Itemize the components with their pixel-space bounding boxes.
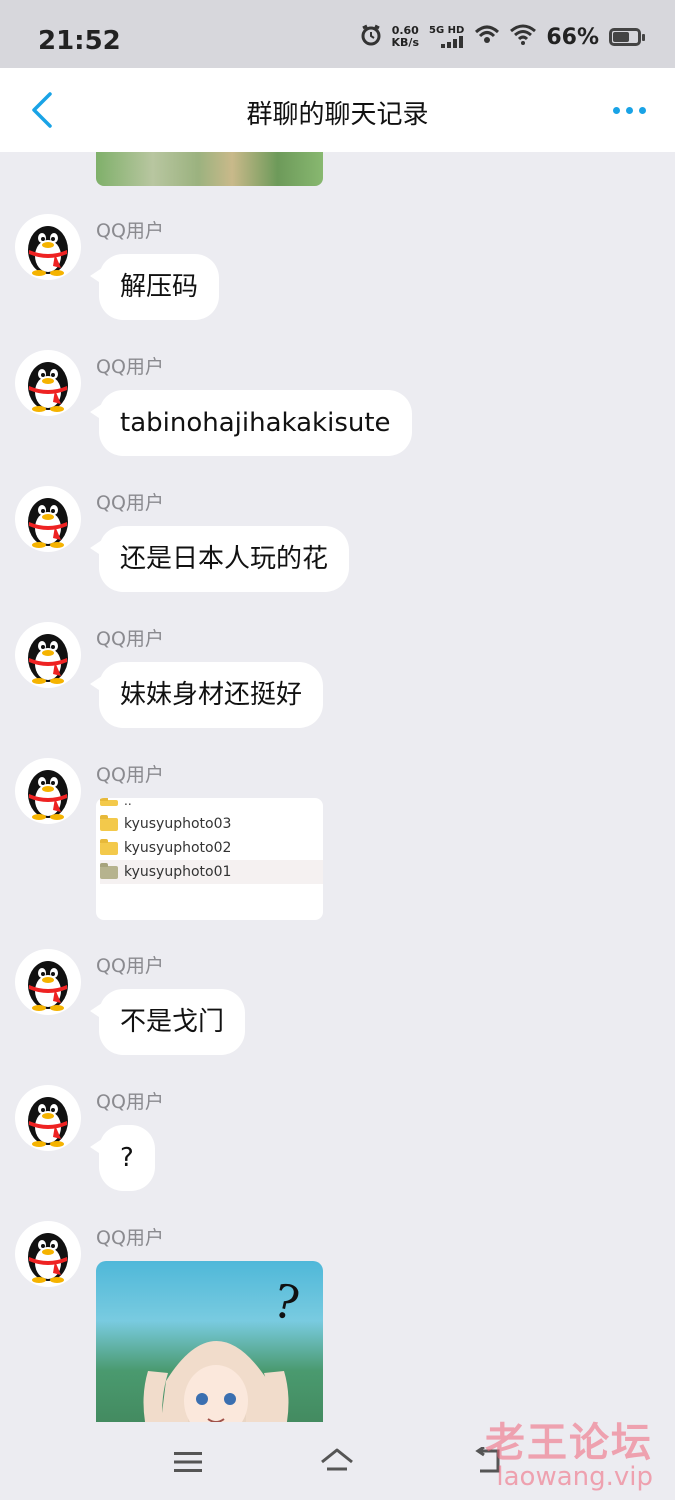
file-name: kyusyuphoto01 <box>124 864 232 880</box>
folder-icon <box>100 838 118 855</box>
wifi-icon <box>510 24 537 50</box>
file-row: kyusyuphoto01 <box>100 860 323 884</box>
avatar[interactable] <box>15 1085 81 1151</box>
message-bubble[interactable]: tabinohajihakakisute <box>90 390 412 456</box>
file-name: .. <box>124 798 132 808</box>
home-button[interactable] <box>315 1440 359 1484</box>
status-icons: 0.60 KB/s 5G HD 66% <box>360 24 645 50</box>
cell-signal: 5G HD <box>429 26 464 48</box>
more-dot-icon <box>612 106 620 114</box>
message-bubble[interactable]: 解压码 <box>89 254 220 320</box>
chat-history[interactable]: QQ用户 解压码 QQ用户 tabinohajihakakisute QQ用户 … <box>0 152 675 1422</box>
file-row: kyusyuphoto03 <box>100 812 323 836</box>
avatar[interactable] <box>15 1221 81 1287</box>
message-bubble[interactable]: 不是戈门 <box>89 989 246 1055</box>
sender-name: QQ用户 <box>96 492 164 514</box>
avatar[interactable] <box>15 758 81 824</box>
avatar[interactable] <box>15 622 81 688</box>
menu-icon <box>174 1452 202 1472</box>
penguin-avatar-icon <box>28 226 68 276</box>
folder-icon <box>100 862 118 879</box>
penguin-avatar-icon <box>28 961 68 1011</box>
watermark-text: 老王论坛 <box>485 1419 653 1466</box>
status-bar: 21:52 0.60 KB/s 5G HD 66% <box>0 0 675 68</box>
page-title: 群聊的聊天记录 <box>246 100 429 130</box>
home-icon <box>321 1448 353 1471</box>
message-bubble[interactable]: 妹妹身材还挺好 <box>89 662 324 728</box>
sender-name: QQ用户 <box>96 1091 164 1113</box>
sender-name: QQ用户 <box>96 955 164 977</box>
hotspot-icon <box>474 24 500 50</box>
penguin-avatar-icon <box>28 498 68 548</box>
file-row: .. <box>100 798 323 812</box>
battery-icon <box>609 28 645 46</box>
avatar[interactable] <box>15 350 81 416</box>
menu-button[interactable] <box>166 1440 210 1484</box>
more-dot-icon <box>638 106 646 114</box>
previous-image-message[interactable] <box>96 152 323 186</box>
avatar[interactable] <box>15 486 81 552</box>
message-bubble[interactable]: ? <box>90 1125 155 1191</box>
folder-icon <box>100 798 118 806</box>
battery-percent: 66% <box>546 24 599 50</box>
penguin-avatar-icon <box>28 634 68 684</box>
file-row: kyusyuphoto02 <box>100 836 323 860</box>
net-speed-unit: KB/s <box>391 36 419 49</box>
net-speed: 0.60 KB/s <box>392 25 419 49</box>
folder-icon <box>100 814 118 831</box>
sender-name: QQ用户 <box>96 628 164 650</box>
image-message-files[interactable]: .. kyusyuphoto03 kyusyuphoto02 kyusyupho… <box>96 798 323 920</box>
penguin-avatar-icon <box>28 770 68 820</box>
image-message-anime[interactable]: ? <box>96 1261 323 1422</box>
cell-signal-icon <box>441 36 464 48</box>
signal-label: 5G HD <box>429 25 465 36</box>
avatar[interactable] <box>15 214 81 280</box>
file-list: .. kyusyuphoto03 kyusyuphoto02 kyusyupho… <box>96 798 323 884</box>
avatar[interactable] <box>15 949 81 1015</box>
header-bar: 群聊的聊天记录 <box>0 68 675 152</box>
penguin-avatar-icon <box>28 1233 68 1283</box>
more-dot-icon <box>625 106 633 114</box>
sender-name: QQ用户 <box>96 356 164 378</box>
watermark: 老王论坛 laowang.vip <box>485 1410 653 1492</box>
alarm-icon <box>360 24 382 50</box>
sender-name: QQ用户 <box>96 220 164 242</box>
sender-name: QQ用户 <box>96 1227 164 1249</box>
file-name: kyusyuphoto02 <box>124 840 232 856</box>
more-button[interactable] <box>605 94 653 126</box>
status-time: 21:52 <box>38 26 121 56</box>
file-name: kyusyuphoto03 <box>124 816 232 832</box>
watermark-url: laowang.vip <box>496 1462 653 1492</box>
message-bubble[interactable]: 还是日本人玩的花 <box>89 526 350 592</box>
penguin-avatar-icon <box>28 362 68 412</box>
sender-name: QQ用户 <box>96 764 164 786</box>
penguin-avatar-icon <box>28 1097 68 1147</box>
